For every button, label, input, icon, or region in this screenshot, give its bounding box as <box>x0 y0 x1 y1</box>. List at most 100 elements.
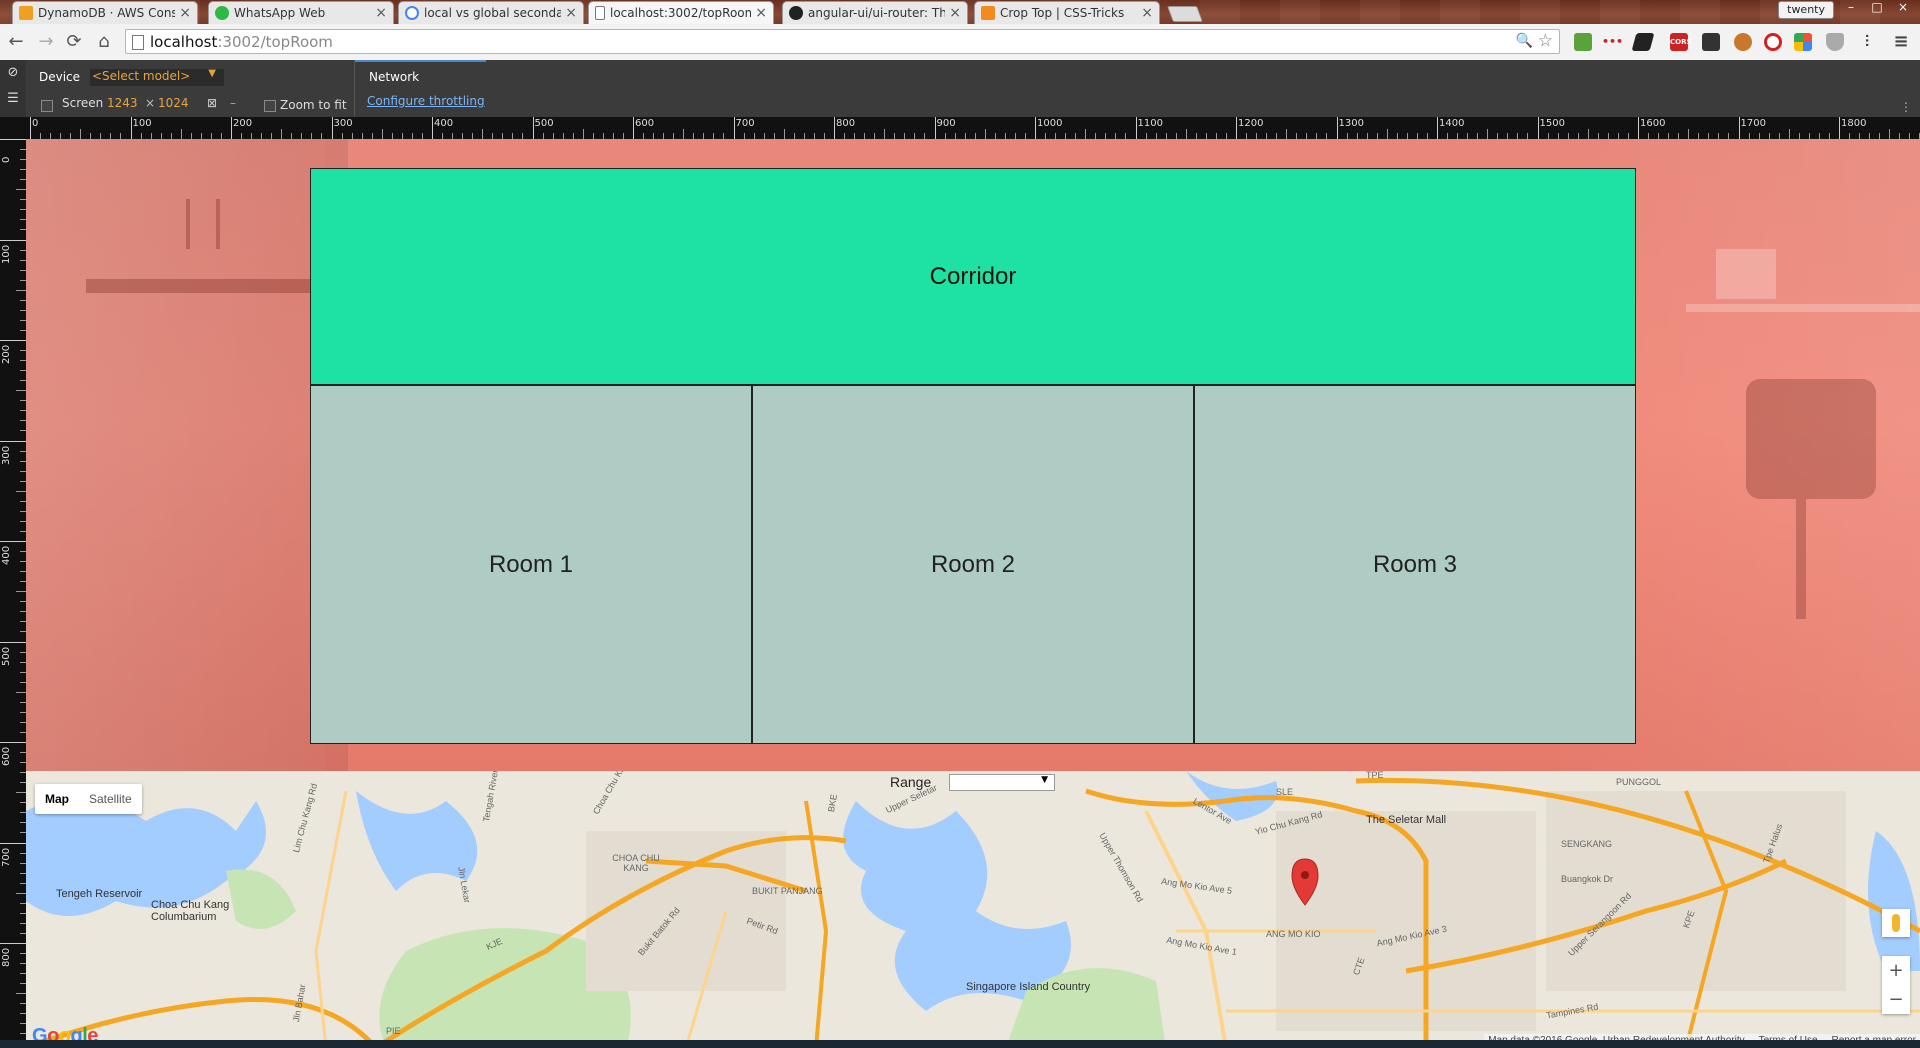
address-bar[interactable]: localhost:3002/topRoom 🔍 ☆ <box>125 29 1560 54</box>
ruler-label: 1800 <box>1841 118 1867 129</box>
street-view-pegman-icon[interactable] <box>1882 909 1910 937</box>
google-map[interactable]: Tengeh Reservoir Choa Chu Kang Columbari… <box>26 771 1920 1048</box>
screen-checkbox[interactable] <box>41 100 53 112</box>
minimize-icon[interactable]: – <box>1840 0 1862 16</box>
tab-whatsapp[interactable]: WhatsApp Web × <box>208 1 394 24</box>
profile-button[interactable]: twenty <box>1778 1 1834 19</box>
ruler-minor-tick <box>984 129 986 139</box>
screen-width-field[interactable]: 1243 <box>107 96 138 110</box>
close-icon[interactable]: × <box>565 5 577 21</box>
room-3[interactable]: Room 3 <box>1194 385 1636 744</box>
ruler-tick <box>633 117 634 139</box>
close-icon[interactable]: × <box>179 5 191 21</box>
zoom-out-button[interactable]: − <box>1882 985 1910 1014</box>
device-model-select[interactable]: <Select model> ▼ <box>90 68 224 86</box>
new-tab-button[interactable] <box>1167 6 1203 22</box>
map-type-map-button[interactable]: Map <box>35 784 79 814</box>
device-label: Device <box>39 70 81 84</box>
close-window-icon[interactable]: × <box>1892 0 1914 16</box>
sliders-ext-icon[interactable]: ⫶ <box>1858 33 1876 51</box>
zoom-icon[interactable]: 🔍 <box>1516 33 1533 49</box>
back-icon[interactable]: ← <box>4 30 28 54</box>
ruler-minor-tick <box>16 792 26 794</box>
cookie-ext-icon[interactable] <box>1734 33 1752 51</box>
url-text[interactable]: localhost:3002/topRoom <box>150 33 333 51</box>
ruler-tick <box>934 117 936 139</box>
swap-dimensions-icon[interactable]: ⊠ <box>207 96 217 110</box>
configure-throttling-link[interactable]: Configure throttling <box>367 94 485 108</box>
ruler-minor-tick <box>16 490 26 492</box>
tab-dynamodb[interactable]: DynamoDB · AWS Console × <box>12 1 198 24</box>
tab-github[interactable]: angular-ui/ui-router: The c × <box>782 1 968 24</box>
menu-icon[interactable]: ≡ <box>1892 33 1910 51</box>
room-1[interactable]: Room 1 <box>310 385 752 744</box>
ruler-label: 800 <box>836 118 856 129</box>
room-2[interactable]: Room 2 <box>752 385 1194 744</box>
tab-label: angular-ui/ui-router: The c <box>808 6 946 20</box>
close-icon[interactable]: × <box>755 5 767 21</box>
tab-strip: DynamoDB · AWS Console × WhatsApp Web × … <box>0 0 1920 24</box>
map-label: Buangkok Dr <box>1561 874 1614 884</box>
shield-ext-icon[interactable] <box>1826 33 1844 51</box>
ruler-minor-tick <box>482 129 484 139</box>
screen-height-field[interactable]: 1024 <box>158 96 189 110</box>
map-label: Choa Chu Kang Columbarium <box>151 899 230 923</box>
ruler-label: 0 <box>1 156 12 163</box>
tray-decor <box>1716 249 1776 299</box>
ruler-minor-tick <box>16 289 26 291</box>
zoom-in-button[interactable]: + <box>1882 956 1910 985</box>
close-icon[interactable]: × <box>375 5 387 21</box>
ruler-label: 500 <box>1 646 12 666</box>
close-icon[interactable]: × <box>949 5 961 21</box>
desk-decor <box>1686 304 1920 312</box>
github-favicon-icon <box>789 6 803 20</box>
bookmark-star-icon[interactable]: ☆ <box>1538 31 1553 51</box>
bird-ext-icon[interactable] <box>1574 33 1592 51</box>
forward-icon[interactable]: → <box>34 30 58 54</box>
map-label: BUKIT PANJANG <box>752 886 823 896</box>
cors-ext-icon[interactable]: CORS <box>1670 33 1692 51</box>
page-viewport: Corridor Room 1 Room 2 Room 3 Tengeh Res… <box>26 139 1920 1048</box>
ruler-tick <box>0 943 26 944</box>
tab-css-tricks[interactable]: Crop Top | CSS-Tricks × <box>974 1 1160 24</box>
corridor-zone[interactable]: Corridor <box>310 168 1636 385</box>
tab-label: localhost:3002/topRoom <box>610 6 752 20</box>
ruler-minor-tick <box>16 691 26 693</box>
ruler-minor-tick <box>582 129 584 139</box>
opera-ext-icon[interactable] <box>1764 33 1782 51</box>
utensil-decor <box>186 199 190 249</box>
chevron-down-icon: ▼ <box>208 68 216 79</box>
media-query-icon[interactable]: ☰ <box>0 86 26 112</box>
range-label: Range <box>890 774 932 790</box>
floor-plan: Corridor Room 1 Room 2 Room 3 <box>310 168 1636 744</box>
pocket-ext-icon[interactable] <box>1702 33 1720 51</box>
ruler-label: 100 <box>1 244 12 264</box>
ruler-minor-tick <box>1889 129 1891 139</box>
ruler-label: 200 <box>1 344 12 364</box>
home-icon[interactable]: ⌂ <box>92 30 116 54</box>
device-pixel-ratio-field[interactable]: – <box>230 96 236 110</box>
range-select[interactable]: ▼ <box>949 774 1055 791</box>
colors-ext-icon[interactable] <box>1794 33 1812 51</box>
ruler-tick <box>532 117 534 139</box>
tab-localhost[interactable]: localhost:3002/topRoom × <box>588 1 774 24</box>
browser-toolbar: ← → ⟳ ⌂ localhost:3002/topRoom 🔍 ☆ ••• C… <box>0 24 1920 61</box>
chevron-down-icon: ▼ <box>1041 775 1048 785</box>
ruler-minor-tick <box>1788 129 1790 139</box>
map-label: SENGKANG <box>1561 839 1613 849</box>
more-icon[interactable]: ⋮ <box>1900 100 1912 114</box>
map-type-satellite-button[interactable]: Satellite <box>79 784 142 814</box>
boot-ext-icon[interactable] <box>1631 33 1655 51</box>
ruler-tick <box>331 117 333 139</box>
tab-google-search[interactable]: local vs global secondary i × <box>398 1 584 24</box>
network-section-accent <box>355 60 486 62</box>
ruler-tick <box>1638 117 1639 139</box>
reload-icon[interactable]: ⟳ <box>62 30 86 54</box>
ruler-label: 600 <box>635 118 655 129</box>
map-label: SLE <box>1276 787 1294 797</box>
disable-icon[interactable]: ⊘ <box>0 60 26 86</box>
zoom-to-fit-checkbox[interactable] <box>264 100 276 112</box>
maximize-icon[interactable]: □ <box>1866 0 1888 16</box>
dots-ext-icon[interactable]: ••• <box>1602 33 1623 51</box>
close-icon[interactable]: × <box>1141 5 1153 21</box>
